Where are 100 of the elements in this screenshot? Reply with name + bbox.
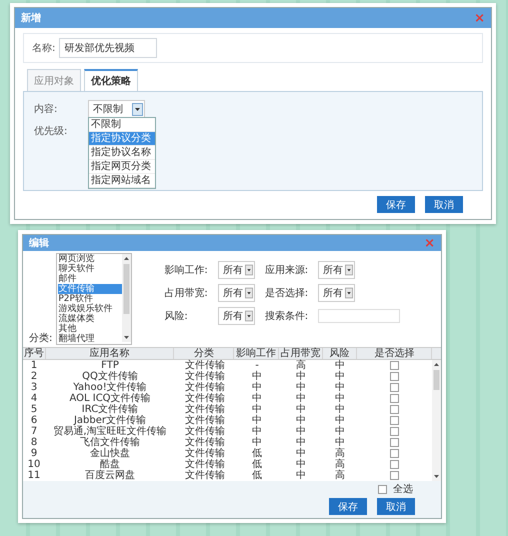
category-item[interactable]: P2P软件 (58, 294, 122, 304)
category-list[interactable]: 网页浏览 聊天软件 邮件 文件传输 P2P软件 游戏娱乐软件 流媒体类 其他 翻墙代理 (56, 253, 132, 345)
column-header: 是否选择 (357, 348, 432, 359)
table-cell-text: 中 (251, 426, 263, 437)
column-header: 序号 (23, 348, 46, 359)
table-cell-text: 中 (295, 415, 307, 426)
checkbox[interactable] (390, 361, 399, 370)
dialog-title: 编辑 (29, 236, 49, 250)
select-all-label: 全选 (393, 482, 413, 496)
filter-label: 风险: (164, 310, 189, 323)
checkbox[interactable] (390, 405, 399, 414)
filter-label: 搜索条件: (264, 310, 308, 323)
column-header: 占用带宽 (278, 348, 323, 359)
table-cell-text: 低 (251, 470, 263, 481)
checkbox[interactable] (390, 460, 399, 469)
table-cell-text: 文件传输 (184, 360, 226, 371)
category-item[interactable]: 网页浏览 (58, 254, 122, 264)
table-cell-text: 文件传输 (184, 470, 226, 481)
scrollbar[interactable] (122, 254, 132, 342)
table-cell-text: 中 (334, 426, 346, 437)
table-cell-text: 文件传输 (184, 459, 226, 470)
filter-dropdown[interactable]: 所有 (318, 284, 356, 302)
category-item[interactable]: 其他 (58, 324, 122, 334)
search-field[interactable] (318, 309, 400, 323)
table-cell-text: 文件传输 (184, 371, 226, 382)
table-cell-text: 11 (26, 470, 42, 481)
table-cell-text: 中 (295, 382, 307, 393)
table-cell-text: 高 (334, 459, 346, 470)
table-cell-text: 文件传输 (184, 393, 226, 404)
filter-label: 影响工作: (164, 264, 208, 277)
category-item[interactable]: 聊天软件 (58, 264, 122, 274)
checkbox[interactable] (378, 484, 387, 494)
table-cell-text: 中 (334, 415, 346, 426)
dialog-button[interactable]: 取消 (377, 498, 415, 515)
checkbox[interactable] (390, 471, 399, 480)
name-label: 名称: (32, 42, 56, 55)
table-cell-text: 文件传输 (184, 448, 226, 459)
table-cell-text: 5 (30, 404, 38, 415)
table-cell-text: 高 (295, 360, 307, 371)
table-cell-text: 10 (26, 459, 42, 470)
table-cell-text: 中 (334, 382, 346, 393)
category-item[interactable]: 流媒体类 (58, 314, 122, 324)
checkbox[interactable] (390, 438, 399, 447)
dialog-button[interactable]: 取消 (425, 196, 463, 213)
table-cell-text: 中 (295, 371, 307, 382)
dropdown-option[interactable]: 指定网页分类 (89, 160, 155, 174)
table-cell-text: 低 (251, 459, 263, 470)
category-label: 分类: (29, 332, 52, 345)
caret-icon (345, 287, 354, 299)
caret-icon (244, 287, 253, 299)
category-item[interactable]: 游戏娱乐软件 (58, 304, 122, 314)
table-cell-text: 6 (30, 415, 38, 426)
category-item[interactable]: 翻墙代理 (58, 334, 122, 344)
caret-icon (132, 102, 143, 116)
table-cell-text: 中 (251, 404, 263, 415)
filter-dropdown[interactable]: 所有 (218, 261, 255, 279)
table-cell-text: 中 (334, 437, 346, 448)
caret-icon (244, 264, 253, 276)
table-cell-text: 7 (30, 426, 38, 437)
table-cell-text: Jabber文件传输 (74, 415, 148, 426)
checkbox[interactable] (390, 427, 399, 436)
dropdown-option[interactable]: 指定协议名称 (89, 146, 155, 160)
dialog-button[interactable]: 保存 (377, 196, 415, 213)
filter-dropdown[interactable]: 所有 (218, 307, 255, 325)
dialog-button[interactable]: 保存 (329, 498, 367, 515)
table-cell-text: 9 (30, 448, 38, 459)
checkbox[interactable] (390, 383, 399, 392)
table-cell-text: 高 (334, 448, 346, 459)
checkbox[interactable] (390, 394, 399, 403)
table-cell-text: 中 (334, 360, 346, 371)
table-cell-text: 飞信文件传输 (79, 437, 141, 448)
scrollbar[interactable] (432, 360, 441, 481)
table-cell-text: Yahoo!文件传输 (72, 382, 148, 393)
table-cell-text: 3 (30, 382, 38, 393)
table-cell-text: AOL ICQ文件传输 (68, 393, 152, 404)
table-cell-text: 中 (295, 426, 307, 437)
category-item[interactable]: 邮件 (58, 274, 122, 284)
checkbox[interactable] (390, 449, 399, 458)
table-cell-text: 中 (334, 404, 346, 415)
checkbox[interactable] (390, 372, 399, 381)
table-cell-text: 文件传输 (184, 426, 226, 437)
table-cell-text: 中 (251, 382, 263, 393)
table-cell-text: 中 (251, 371, 263, 382)
filter-dropdown[interactable]: 所有 (218, 284, 255, 302)
dropdown-option[interactable]: 指定网站域名 (89, 174, 155, 188)
column-header: 分类 (174, 348, 234, 359)
column-header: 影响工作 (234, 348, 279, 359)
name-field[interactable]: 研发部优先视频 (59, 38, 158, 58)
table-cell-text: 2 (30, 371, 38, 382)
filter-dropdown[interactable]: 所有 (318, 261, 356, 279)
table-cell-text: 中 (295, 404, 307, 415)
content-dropdown[interactable]: 不限制 (88, 100, 145, 118)
table-cell-text: 4 (30, 393, 38, 404)
dialog-title: 新增 (21, 11, 41, 25)
table-cell-text: 1 (30, 360, 38, 371)
tab[interactable]: 优化策略 (84, 69, 138, 91)
checkbox[interactable] (390, 416, 399, 425)
table-cell-text: 酷盘 (100, 459, 121, 470)
column-header: 应用名称 (46, 348, 174, 359)
caret-icon (345, 264, 354, 276)
